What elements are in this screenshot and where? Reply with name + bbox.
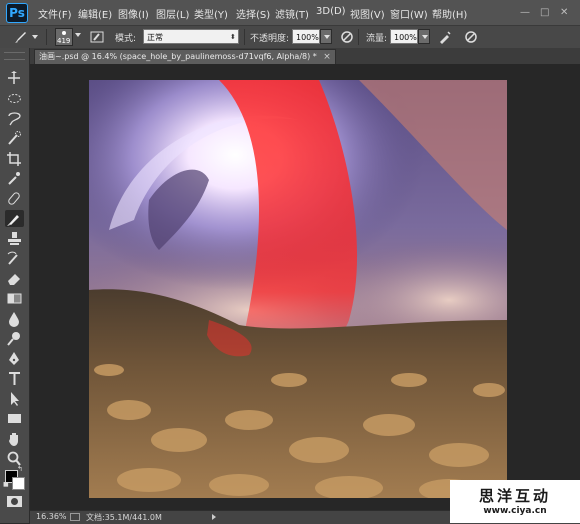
document-canvas[interactable]: [89, 80, 507, 498]
close-window-icon[interactable]: ✕: [560, 7, 568, 18]
blur-tool-icon[interactable]: [5, 310, 24, 327]
history-brush-tool-icon[interactable]: [5, 250, 24, 267]
brush-tool-icon[interactable]: [5, 210, 24, 227]
brush-size-picker[interactable]: 419: [55, 28, 73, 46]
rectangle-tool-icon[interactable]: [5, 410, 24, 427]
flow-dropdown-icon[interactable]: [418, 29, 430, 44]
swap-colors-icon[interactable]: ↰: [17, 465, 23, 473]
brush-size-dropdown-icon[interactable]: [75, 33, 81, 37]
document-tab[interactable]: 油画~.psd @ 16.4% (space_hole_by_paulinemo…: [34, 49, 336, 65]
lasso-tool-icon[interactable]: [5, 110, 24, 127]
pen-tool-icon[interactable]: [5, 350, 24, 367]
gradient-tool-icon[interactable]: [5, 290, 24, 307]
toolbar-grip[interactable]: [4, 52, 25, 60]
document-size-info: 文档:35.1M/441.0M: [86, 513, 162, 522]
brush-panel-icon[interactable]: [90, 30, 104, 44]
menu-help[interactable]: 帮助(H): [432, 6, 467, 21]
brush-size-value: 419: [57, 37, 71, 45]
status-menu-icon[interactable]: [70, 513, 80, 521]
menu-select[interactable]: 选择(S): [236, 6, 270, 21]
minimize-icon[interactable]: —: [520, 7, 530, 18]
pressure-size-icon[interactable]: [464, 30, 478, 44]
menu-file[interactable]: 文件(F): [38, 6, 72, 21]
menu-image[interactable]: 图像(I): [118, 6, 149, 21]
move-tool-icon[interactable]: [5, 70, 24, 87]
mode-select[interactable]: 正常: [143, 29, 239, 44]
flow-label: 流量:: [366, 34, 388, 44]
document-tab-title: 油画~.psd @ 16.4% (space_hole_by_paulinemo…: [39, 52, 317, 61]
healing-brush-tool-icon[interactable]: [5, 190, 24, 207]
opacity-field[interactable]: 100%: [292, 29, 320, 44]
artwork-image: [89, 80, 507, 498]
hand-tool-icon[interactable]: [5, 430, 24, 447]
pressure-opacity-icon[interactable]: [340, 30, 354, 44]
photoshop-logo-icon: Ps: [6, 3, 28, 23]
eraser-tool-icon[interactable]: [5, 270, 24, 287]
watermark: 思洋互动 www.ciya.cn: [450, 480, 580, 523]
mode-select-arrow-icon: ⬍: [230, 33, 236, 41]
watermark-url: www.ciya.cn: [483, 506, 547, 516]
brush-preset-dropdown-icon[interactable]: [32, 35, 38, 39]
menu-view[interactable]: 视图(V): [350, 6, 385, 21]
menu-layer[interactable]: 图层(L): [156, 6, 189, 21]
mode-label: 模式:: [115, 34, 137, 44]
eyedropper-tool-icon[interactable]: [5, 170, 24, 187]
status-arrow-icon[interactable]: [212, 514, 216, 520]
zoom-level[interactable]: 16.36%: [36, 512, 67, 521]
clone-stamp-tool-icon[interactable]: [5, 230, 24, 247]
menu-edit[interactable]: 编辑(E): [78, 6, 112, 21]
path-selection-tool-icon[interactable]: [5, 390, 24, 407]
maximize-icon[interactable]: □: [540, 7, 549, 18]
brush-preset-icon[interactable]: [14, 30, 28, 44]
close-tab-icon[interactable]: ×: [323, 50, 331, 64]
quick-selection-tool-icon[interactable]: [5, 130, 24, 147]
quick-mask-icon[interactable]: [6, 493, 23, 507]
opacity-label: 不透明度:: [250, 34, 290, 44]
type-tool-icon[interactable]: [5, 370, 24, 387]
menu-window[interactable]: 窗口(W): [390, 6, 428, 21]
menu-filter[interactable]: 滤镜(T): [275, 6, 309, 21]
crop-tool-icon[interactable]: [5, 150, 24, 167]
watermark-title: 思洋互动: [478, 487, 551, 505]
options-bar: [0, 26, 580, 49]
menu-3d[interactable]: 3D(D): [316, 6, 346, 17]
default-colors-icon[interactable]: ■: [3, 481, 9, 488]
opacity-dropdown-icon[interactable]: [320, 29, 332, 44]
background-color-swatch[interactable]: [12, 477, 25, 490]
dodge-tool-icon[interactable]: [5, 330, 24, 347]
menu-type[interactable]: 类型(Y): [194, 6, 228, 21]
flow-field[interactable]: 100%: [390, 29, 418, 44]
airbrush-icon[interactable]: [438, 30, 452, 44]
marquee-tool-icon[interactable]: [5, 90, 24, 107]
brush-tip-icon: [62, 31, 66, 35]
